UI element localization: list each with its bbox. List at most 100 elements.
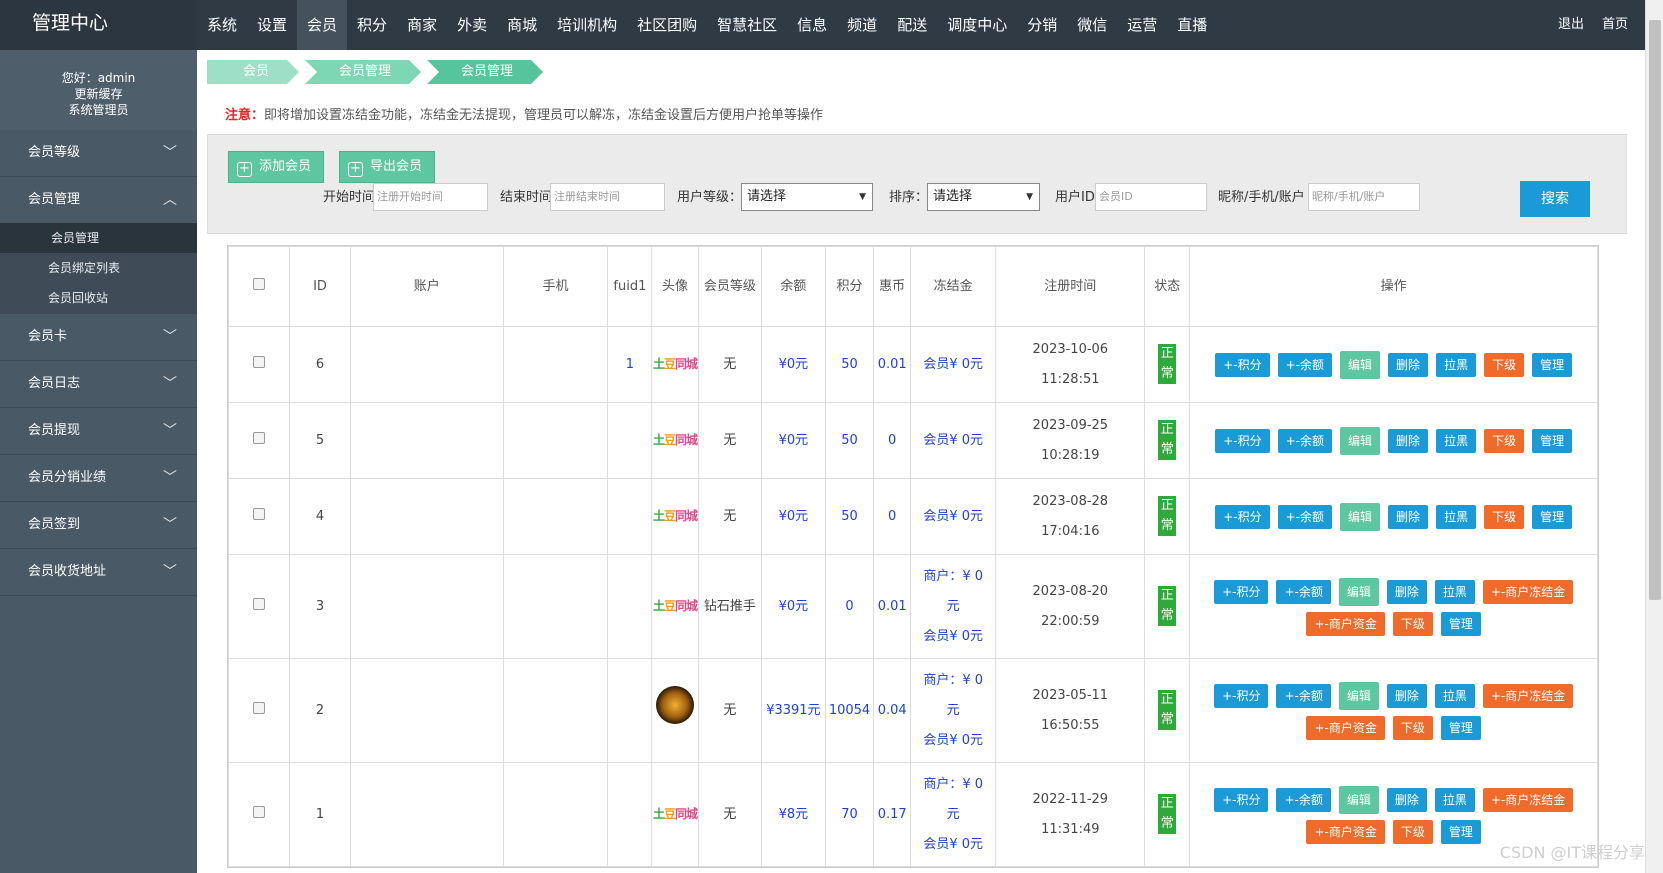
top-nav-item[interactable]: 信息: [787, 0, 837, 50]
top-nav-item[interactable]: 会员: [297, 0, 348, 50]
top-nav-item[interactable]: 直播: [1167, 0, 1217, 50]
row-select-cell[interactable]: [228, 762, 290, 867]
breadcrumb-item-1[interactable]: 会员: [207, 60, 299, 84]
subordinates-button[interactable]: 下级: [1484, 428, 1525, 453]
sidebar-subitem[interactable]: 会员回收站: [0, 283, 197, 313]
sidebar-item[interactable]: 会员收货地址 ﹀: [0, 549, 197, 595]
row-select-cell[interactable]: [228, 658, 290, 763]
edit-button[interactable]: 编辑: [1340, 502, 1381, 531]
top-nav-item[interactable]: 智慧社区: [707, 0, 787, 50]
blacklist-button[interactable]: 拉黑: [1434, 787, 1475, 812]
top-nav-item[interactable]: 系统: [197, 0, 247, 50]
breadcrumb-item-2[interactable]: 会员管理: [305, 60, 421, 84]
breadcrumb-item-3[interactable]: 会员管理: [427, 60, 543, 84]
top-nav-item[interactable]: 社区团购: [627, 0, 707, 50]
row-select-cell[interactable]: [228, 326, 290, 403]
balance-adjust-button[interactable]: +-余额: [1276, 579, 1331, 604]
row-checkbox[interactable]: [253, 431, 265, 444]
blacklist-button[interactable]: 拉黑: [1434, 683, 1475, 708]
logout-link[interactable]: 退出: [1549, 0, 1593, 50]
row-select-cell[interactable]: [228, 478, 290, 555]
vertical-scrollbar[interactable]: [1645, 0, 1663, 873]
sidebar-item[interactable]: 会员日志 ﹀: [0, 361, 197, 407]
scrollbar-thumb[interactable]: [1649, 20, 1661, 600]
sidebar-item[interactable]: 会员管理 ︿: [0, 177, 197, 223]
delete-button[interactable]: 删除: [1386, 579, 1427, 604]
subordinates-button[interactable]: 下级: [1392, 819, 1433, 844]
edit-button[interactable]: 编辑: [1340, 350, 1381, 379]
top-nav-item[interactable]: 调度中心: [937, 0, 1017, 50]
refresh-cache-link[interactable]: 更新缓存: [0, 86, 197, 102]
row-select-cell[interactable]: [228, 402, 290, 479]
row-checkbox[interactable]: [253, 355, 265, 368]
add-member-button[interactable]: + 添加会员: [228, 151, 325, 183]
sidebar-item[interactable]: 会员分销业绩 ﹀: [0, 455, 197, 501]
top-nav-item[interactable]: 积分: [347, 0, 397, 50]
merchant-frozen-adjust-button[interactable]: +-商户冻结金: [1482, 787, 1574, 812]
row-checkbox[interactable]: [253, 701, 265, 714]
subordinates-button[interactable]: 下级: [1484, 352, 1525, 377]
row-checkbox[interactable]: [253, 597, 265, 610]
sidebar-item[interactable]: 会员卡 ﹀: [0, 314, 197, 360]
points-adjust-button[interactable]: +-积分: [1215, 352, 1270, 377]
top-nav-item[interactable]: 微信: [1067, 0, 1117, 50]
blacklist-button[interactable]: 拉黑: [1434, 579, 1475, 604]
points-adjust-button[interactable]: +-积分: [1214, 683, 1269, 708]
edit-button[interactable]: 编辑: [1340, 426, 1381, 455]
top-nav-item[interactable]: 外卖: [447, 0, 497, 50]
subordinates-button[interactable]: 下级: [1392, 715, 1433, 740]
points-adjust-button[interactable]: +-积分: [1215, 504, 1270, 529]
blacklist-button[interactable]: 拉黑: [1436, 352, 1477, 377]
subordinates-button[interactable]: 下级: [1484, 504, 1525, 529]
export-member-button[interactable]: + 导出会员: [339, 151, 436, 183]
sidebar-subitem[interactable]: 会员管理: [0, 223, 197, 253]
balance-adjust-button[interactable]: +-余额: [1277, 352, 1333, 377]
sidebar-item[interactable]: 会员提现 ﹀: [0, 408, 197, 454]
manage-button[interactable]: 管理: [1532, 352, 1573, 377]
subordinates-button[interactable]: 下级: [1392, 611, 1433, 636]
sidebar-item[interactable]: 会员签到 ﹀: [0, 502, 197, 548]
manage-button[interactable]: 管理: [1440, 819, 1481, 844]
blacklist-button[interactable]: 拉黑: [1436, 428, 1477, 453]
sort-select[interactable]: 请选择 ▼: [927, 183, 1040, 211]
balance-adjust-button[interactable]: +-余额: [1276, 787, 1331, 812]
points-adjust-button[interactable]: +-积分: [1214, 579, 1269, 604]
edit-button[interactable]: 编辑: [1338, 785, 1379, 814]
delete-button[interactable]: 删除: [1388, 504, 1429, 529]
top-nav-item[interactable]: 运营: [1117, 0, 1167, 50]
top-nav-item[interactable]: 培训机构: [547, 0, 627, 50]
manage-button[interactable]: 管理: [1440, 611, 1481, 636]
top-nav-item[interactable]: 商家: [397, 0, 447, 50]
top-nav-item[interactable]: 分销: [1017, 0, 1067, 50]
merchant-funds-adjust-button[interactable]: +-商户资金: [1306, 715, 1385, 740]
user-level-select[interactable]: 请选择 ▼: [741, 183, 873, 211]
points-adjust-button[interactable]: +-积分: [1214, 787, 1269, 812]
blacklist-button[interactable]: 拉黑: [1436, 504, 1477, 529]
nickname-input[interactable]: 昵称/手机/账户: [1308, 183, 1420, 211]
delete-button[interactable]: 删除: [1388, 428, 1429, 453]
user-id-input[interactable]: 会员ID: [1095, 183, 1207, 211]
merchant-funds-adjust-button[interactable]: +-商户资金: [1306, 611, 1385, 636]
merchant-frozen-adjust-button[interactable]: +-商户冻结金: [1482, 579, 1574, 604]
home-link[interactable]: 首页: [1593, 0, 1637, 50]
row-checkbox[interactable]: [253, 805, 265, 818]
delete-button[interactable]: 删除: [1388, 352, 1429, 377]
top-nav-item[interactable]: 设置: [247, 0, 297, 50]
edit-button[interactable]: 编辑: [1338, 681, 1379, 710]
sidebar-subitem[interactable]: 会员绑定列表: [0, 253, 197, 283]
balance-adjust-button[interactable]: +-余额: [1277, 504, 1333, 529]
manage-button[interactable]: 管理: [1440, 715, 1481, 740]
top-nav-item[interactable]: 配送: [887, 0, 937, 50]
edit-button[interactable]: 编辑: [1338, 577, 1379, 606]
search-button[interactable]: 搜索: [1520, 181, 1590, 217]
top-nav-item[interactable]: 商城: [497, 0, 547, 50]
merchant-frozen-adjust-button[interactable]: +-商户冻结金: [1482, 683, 1574, 708]
row-select-cell[interactable]: [228, 554, 290, 659]
merchant-funds-adjust-button[interactable]: +-商户资金: [1306, 819, 1385, 844]
sidebar-item[interactable]: 会员等级 ﹀: [0, 130, 197, 176]
balance-adjust-button[interactable]: +-余额: [1276, 683, 1331, 708]
manage-button[interactable]: 管理: [1532, 504, 1573, 529]
select-all-cell[interactable]: [228, 246, 290, 327]
points-adjust-button[interactable]: +-积分: [1215, 428, 1270, 453]
manage-button[interactable]: 管理: [1532, 428, 1573, 453]
